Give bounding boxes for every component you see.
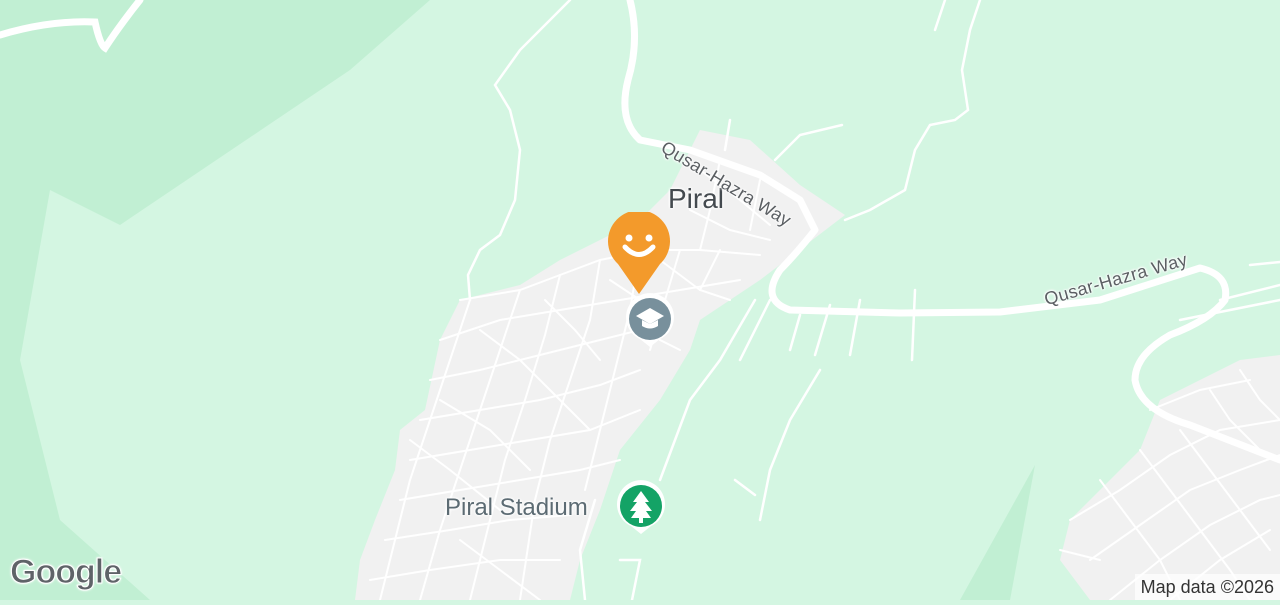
google-logo[interactable]: Google [9,553,122,592]
park-pin-icon[interactable] [615,480,667,536]
map-canvas[interactable]: Piral Qusar-Hazra Way Qusar-Hazra Way Pi… [0,0,1280,602]
smiley-pin-icon[interactable] [606,212,672,296]
school-pin-icon[interactable] [624,293,676,349]
map-attribution[interactable]: Map data ©2026 [1134,574,1280,600]
poi-label-stadium[interactable]: Piral Stadium [445,494,588,522]
